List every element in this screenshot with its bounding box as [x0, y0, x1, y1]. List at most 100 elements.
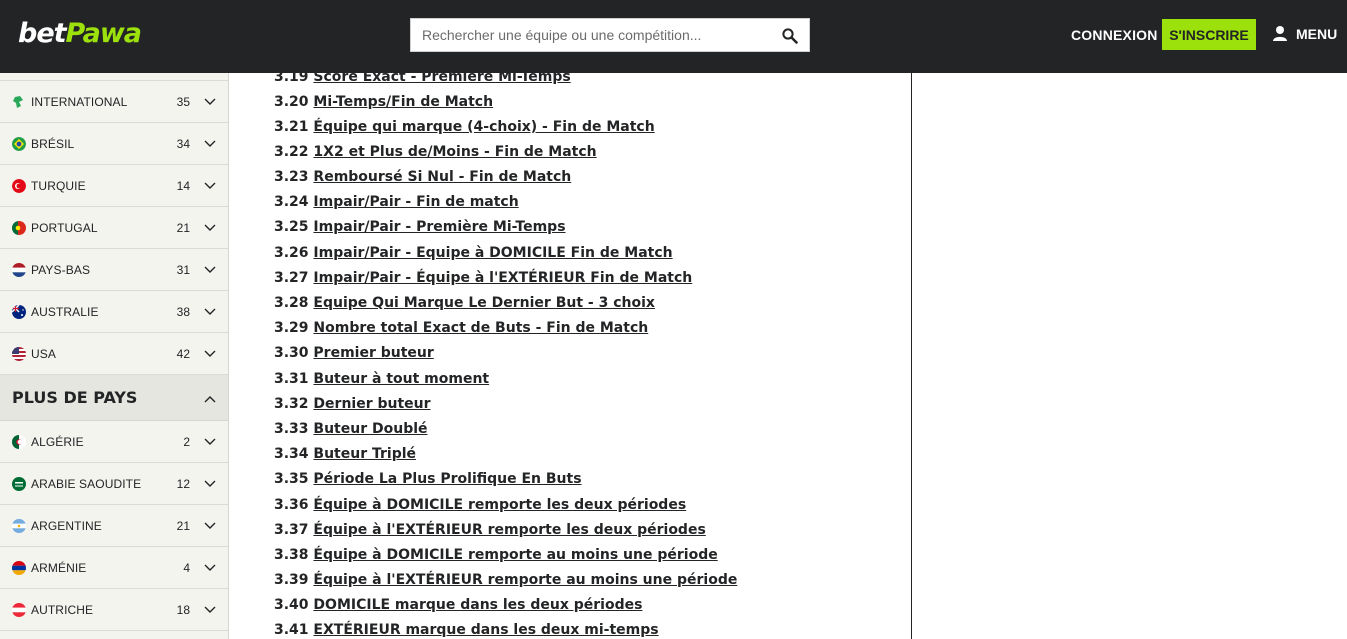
- top-header: betPawa CONNEXION S'INSCRIRE MENU: [0, 0, 1347, 73]
- country-count: 18: [176, 602, 190, 617]
- market-link[interactable]: Equipe Qui Marque Le Dernier But - 3 cho…: [313, 295, 655, 311]
- list-item: 3.19 Score Exact - Première Mi-Temps: [274, 73, 571, 85]
- item-number: 3.24: [274, 194, 309, 210]
- list-item: 3.28 Equipe Qui Marque Le Dernier But - …: [274, 295, 655, 311]
- country-name: BRÉSIL: [31, 136, 75, 151]
- search-icon[interactable]: [781, 27, 799, 45]
- market-link[interactable]: Buteur Doublé: [313, 421, 427, 437]
- sidebar-item-argentine[interactable]: ARGENTINE 21: [0, 505, 228, 547]
- list-item: 3.34 Buteur Triplé: [274, 446, 416, 462]
- market-link[interactable]: Équipe à l'EXTÉRIEUR remporte au moins u…: [313, 572, 737, 588]
- market-link[interactable]: Équipe à l'EXTÉRIEUR remporte les deux p…: [313, 522, 705, 538]
- country-name: ALGÉRIE: [31, 434, 84, 449]
- list-item: 3.39 Équipe à l'EXTÉRIEUR remporte au mo…: [274, 572, 737, 588]
- market-link[interactable]: Impair/Pair - Première Mi-Temps: [313, 219, 565, 235]
- chevron-down-icon: [204, 438, 216, 445]
- market-link[interactable]: Impair/Pair - Équipe à l'EXTÉRIEUR Fin d…: [313, 270, 692, 286]
- argentina-flag-icon: [12, 518, 26, 533]
- market-link[interactable]: Mi-Temps/Fin de Match: [313, 94, 493, 110]
- more-countries-header[interactable]: PLUS DE PAYS: [0, 375, 228, 421]
- market-link[interactable]: Dernier buteur: [313, 396, 430, 412]
- country-count: 4: [183, 560, 190, 575]
- market-link[interactable]: Équipe à DOMICILE remporte au moins une …: [313, 547, 717, 563]
- item-number: 3.22: [274, 144, 309, 160]
- sidebar-item-turquie[interactable]: TURQUIE 14: [0, 165, 228, 207]
- search-input[interactable]: [411, 19, 771, 51]
- signup-button[interactable]: S'INSCRIRE: [1162, 19, 1256, 50]
- country-count: 14: [176, 178, 190, 193]
- market-link[interactable]: Impair/Pair - Equipe à DOMICILE Fin de M…: [313, 245, 672, 261]
- market-link[interactable]: DOMICILE marque dans les deux périodes: [313, 597, 642, 613]
- list-item: 3.22 1X2 et Plus de/Moins - Fin de Match: [274, 144, 597, 160]
- brazil-flag-icon: [12, 136, 26, 151]
- market-link[interactable]: Buteur Triplé: [313, 446, 416, 462]
- market-link[interactable]: Période La Plus Prolifique En Buts: [313, 471, 581, 487]
- list-item: 3.21 Équipe qui marque (4-choix) - Fin d…: [274, 119, 655, 135]
- item-number: 3.30: [274, 345, 309, 361]
- turkey-flag-icon: [12, 178, 26, 193]
- chevron-down-icon: [204, 266, 216, 273]
- betpawa-logo[interactable]: bet Pawa: [18, 18, 142, 52]
- country-name: ARABIE SAOUDITE: [31, 476, 142, 491]
- country-name: AUSTRALIE: [31, 304, 99, 319]
- list-item: 3.41 EXTÉRIEUR marque dans les deux mi-t…: [274, 622, 659, 638]
- market-link[interactable]: Score Exact - Première Mi-Temps: [313, 73, 570, 85]
- market-link[interactable]: Équipe à DOMICILE remporte les deux péri…: [313, 497, 686, 513]
- armenia-flag-icon: [12, 560, 26, 575]
- list-item: 3.32 Dernier buteur: [274, 396, 431, 412]
- market-link[interactable]: Nombre total Exact de Buts - Fin de Matc…: [313, 320, 648, 336]
- search-box: [410, 18, 810, 52]
- list-item: 3.30 Premier buteur: [274, 345, 434, 361]
- saudi-arabia-flag-icon: [12, 476, 26, 491]
- list-item: 3.31 Buteur à tout moment: [274, 371, 489, 387]
- item-number: 3.27: [274, 270, 309, 286]
- chevron-down-icon: [204, 606, 216, 613]
- usa-flag-icon: [12, 346, 26, 361]
- country-count: 42: [176, 346, 190, 361]
- item-number: 3.29: [274, 320, 309, 336]
- sidebar-item-armenie[interactable]: ARMÉNIE 4: [0, 547, 228, 589]
- list-item: 3.25 Impair/Pair - Première Mi-Temps: [274, 219, 566, 235]
- market-link[interactable]: Impair/Pair - Fin de match: [313, 194, 518, 210]
- sidebar-item-international[interactable]: INTERNATIONAL 35: [0, 81, 228, 123]
- item-number: 3.28: [274, 295, 309, 311]
- sidebar-item-portugal[interactable]: PORTUGAL 21: [0, 207, 228, 249]
- menu-button[interactable]: MENU: [1272, 25, 1337, 42]
- item-number: 3.40: [274, 597, 309, 613]
- market-link[interactable]: EXTÉRIEUR marque dans les deux mi-temps: [313, 622, 658, 638]
- user-icon: [1273, 26, 1287, 41]
- item-number: 3.37: [274, 522, 309, 538]
- item-number: 3.23: [274, 169, 309, 185]
- list-item: 3.37 Équipe à l'EXTÉRIEUR remporte les d…: [274, 522, 706, 538]
- item-number: 3.19: [274, 73, 309, 85]
- item-number: 3.26: [274, 245, 309, 261]
- market-link[interactable]: Remboursé Si Nul - Fin de Match: [313, 169, 571, 185]
- country-name: ARMÉNIE: [31, 560, 87, 575]
- market-link[interactable]: 1X2 et Plus de/Moins - Fin de Match: [313, 144, 596, 160]
- sidebar-item-usa[interactable]: USA 42: [0, 333, 228, 375]
- market-link[interactable]: Premier buteur: [313, 345, 433, 361]
- country-name: PAYS-BAS: [31, 262, 91, 277]
- item-number: 3.38: [274, 547, 309, 563]
- menu-label: MENU: [1296, 25, 1338, 42]
- sidebar-item-autriche[interactable]: AUTRICHE 18: [0, 589, 228, 631]
- market-link[interactable]: Buteur à tout moment: [313, 371, 489, 387]
- more-countries-title: PLUS DE PAYS: [12, 388, 138, 407]
- sidebar: INTERNATIONAL 35 BRÉSIL 34 TURQUIE 14 PO…: [0, 73, 229, 639]
- market-link[interactable]: Équipe qui marque (4-choix) - Fin de Mat…: [313, 119, 654, 135]
- chevron-down-icon: [204, 140, 216, 147]
- sidebar-item-australie[interactable]: AUSTRALIE 38: [0, 291, 228, 333]
- country-count: 38: [176, 304, 190, 319]
- login-button[interactable]: CONNEXION: [1071, 27, 1158, 43]
- sidebar-item-arabie-saoudite[interactable]: ARABIE SAOUDITE 12: [0, 463, 228, 505]
- country-name: INTERNATIONAL: [31, 94, 128, 109]
- country-count: 12: [176, 476, 190, 491]
- rules-content: 3.19 Score Exact - Première Mi-Temps 3.2…: [229, 73, 912, 639]
- sidebar-item-bresil[interactable]: BRÉSIL 34: [0, 123, 228, 165]
- country-count: 2: [183, 434, 190, 449]
- sidebar-item-algerie[interactable]: ALGÉRIE 2: [0, 421, 228, 463]
- item-number: 3.31: [274, 371, 309, 387]
- chevron-up-icon: [204, 396, 216, 403]
- sidebar-item-pays-bas[interactable]: PAYS-BAS 31: [0, 249, 228, 291]
- list-item: 3.24 Impair/Pair - Fin de match: [274, 194, 519, 210]
